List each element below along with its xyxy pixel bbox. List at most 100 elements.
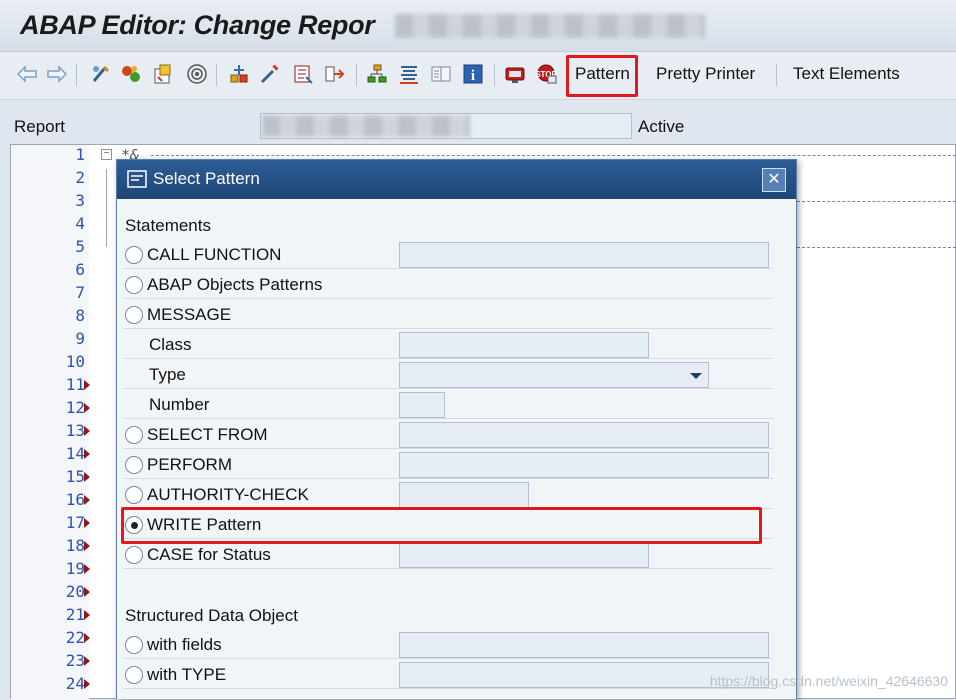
message-type-select[interactable]: [399, 362, 709, 388]
text-elements-button[interactable]: Text Elements: [793, 64, 900, 84]
line-number: 9: [75, 329, 85, 348]
breakpoint-marker-icon[interactable]: [84, 587, 90, 597]
option-message[interactable]: MESSAGE: [123, 301, 773, 329]
call-function-input[interactable]: [399, 242, 769, 268]
pattern-highlight: [566, 55, 638, 97]
with-fields-radio[interactable]: [125, 636, 143, 654]
chevron-down-icon[interactable]: [690, 373, 702, 379]
with-type-label: with TYPE: [147, 665, 227, 684]
option-authority-check[interactable]: AUTHORITY-CHECK: [123, 481, 773, 509]
breakpoint-marker-icon[interactable]: [84, 541, 90, 551]
check-icon[interactable]: [228, 63, 250, 85]
line-number: 22: [65, 628, 85, 647]
select-from-radio[interactable]: [125, 426, 143, 444]
line-number: 15: [65, 467, 85, 486]
dialog-icon: [127, 170, 147, 193]
display-object-list-icon[interactable]: [430, 63, 452, 85]
dialog-title: Select Pattern: [153, 169, 260, 188]
forward-icon[interactable]: [46, 63, 68, 85]
perform-label: PERFORM: [147, 455, 232, 474]
toolbar-separator: [76, 64, 77, 86]
breakpoint-marker-icon[interactable]: [84, 495, 90, 505]
with-type-radio[interactable]: [125, 666, 143, 684]
message-number-input[interactable]: [399, 392, 445, 418]
option-call-function[interactable]: CALL FUNCTION: [123, 241, 773, 269]
active-inactive-icon[interactable]: [152, 63, 174, 85]
enhance-icon[interactable]: [324, 63, 346, 85]
activate-icon[interactable]: [186, 63, 208, 85]
breakpoint-marker-icon[interactable]: [84, 656, 90, 666]
option-case-status[interactable]: CASE for Status: [123, 541, 773, 569]
toolbar-separator: [494, 64, 495, 86]
select-from-input[interactable]: [399, 422, 769, 448]
authority-check-radio[interactable]: [125, 486, 143, 504]
statements-heading: Statements: [125, 216, 211, 235]
option-with-type[interactable]: with TYPE: [123, 661, 773, 689]
other-object-icon[interactable]: [90, 63, 112, 85]
fold-bracket: [106, 169, 110, 247]
line-number: 5: [75, 237, 85, 256]
display-change-icon[interactable]: [120, 63, 142, 85]
breakpoint-marker-icon[interactable]: [84, 679, 90, 689]
abap-objects-label: ABAP Objects Patterns: [147, 275, 323, 294]
line-number: 14: [65, 444, 85, 463]
breakpoint-marker-icon[interactable]: [84, 380, 90, 390]
message-class-input[interactable]: [399, 332, 649, 358]
perform-input[interactable]: [399, 452, 769, 478]
dialog-header: Select Pattern ✕: [117, 160, 796, 199]
dialog-body: Statements CALL FUNCTION ABAP Objects Pa…: [117, 199, 796, 699]
svg-text:i: i: [471, 68, 475, 84]
line-number: 10: [65, 352, 85, 371]
where-used-icon[interactable]: [292, 63, 314, 85]
comment-divider: [151, 155, 956, 156]
help-icon[interactable]: i: [462, 63, 484, 85]
with-fields-input[interactable]: [399, 632, 769, 658]
line-number: 21: [65, 605, 85, 624]
breakpoint-marker-icon[interactable]: [84, 633, 90, 643]
toolbar-separator: [776, 64, 777, 86]
test-icon[interactable]: [258, 63, 280, 85]
line-number: 8: [75, 306, 85, 325]
structured-data-heading: Structured Data Object: [125, 606, 298, 625]
authority-check-label: AUTHORITY-CHECK: [147, 485, 309, 504]
line-number: 13: [65, 421, 85, 440]
option-perform[interactable]: PERFORM: [123, 451, 773, 479]
navigation-window-icon[interactable]: [398, 63, 420, 85]
collapse-toggle-icon[interactable]: −: [101, 149, 112, 160]
external-breakpoint-icon[interactable]: STOP: [536, 63, 558, 85]
option-with-fields[interactable]: with fields: [123, 631, 773, 659]
comment-divider: [797, 247, 956, 248]
comment-divider: [797, 201, 956, 202]
back-icon[interactable]: [16, 63, 38, 85]
report-label: Report: [14, 117, 66, 136]
case-status-input[interactable]: [399, 542, 649, 568]
object-list-icon[interactable]: [366, 63, 388, 85]
option-abap-objects[interactable]: ABAP Objects Patterns: [123, 271, 773, 299]
application-toolbar: i STOP Pattern Pretty Printer Text Eleme…: [0, 52, 956, 100]
message-type-label: Type: [149, 365, 186, 384]
line-number-gutter: 1 2 3 4 5 6 7 8 9 10 11 12 13 14 15 16 17 18 19 20 21 22 23 24: [11, 145, 90, 700]
breakpoint-marker-icon[interactable]: [84, 564, 90, 574]
line-number: 20: [65, 582, 85, 601]
abap-objects-radio[interactable]: [125, 276, 143, 294]
breakpoint-icon[interactable]: [504, 63, 526, 85]
breakpoint-marker-icon[interactable]: [84, 610, 90, 620]
breakpoint-marker-icon[interactable]: [84, 472, 90, 482]
case-status-label: CASE for Status: [147, 545, 271, 564]
breakpoint-marker-icon[interactable]: [84, 449, 90, 459]
breakpoint-marker-icon[interactable]: [84, 426, 90, 436]
call-function-radio[interactable]: [125, 246, 143, 264]
line-number: 23: [65, 651, 85, 670]
message-class-row: Class: [123, 331, 773, 359]
pretty-printer-button[interactable]: Pretty Printer: [656, 64, 755, 84]
message-radio[interactable]: [125, 306, 143, 324]
case-status-radio[interactable]: [125, 546, 143, 564]
close-icon[interactable]: ✕: [762, 168, 786, 192]
option-select-from[interactable]: SELECT FROM: [123, 421, 773, 449]
message-type-row: Type: [123, 361, 773, 389]
authority-check-input[interactable]: [399, 482, 529, 508]
perform-radio[interactable]: [125, 456, 143, 474]
breakpoint-marker-icon[interactable]: [84, 518, 90, 528]
breakpoint-marker-icon[interactable]: [84, 403, 90, 413]
line-number: 11: [65, 375, 85, 394]
